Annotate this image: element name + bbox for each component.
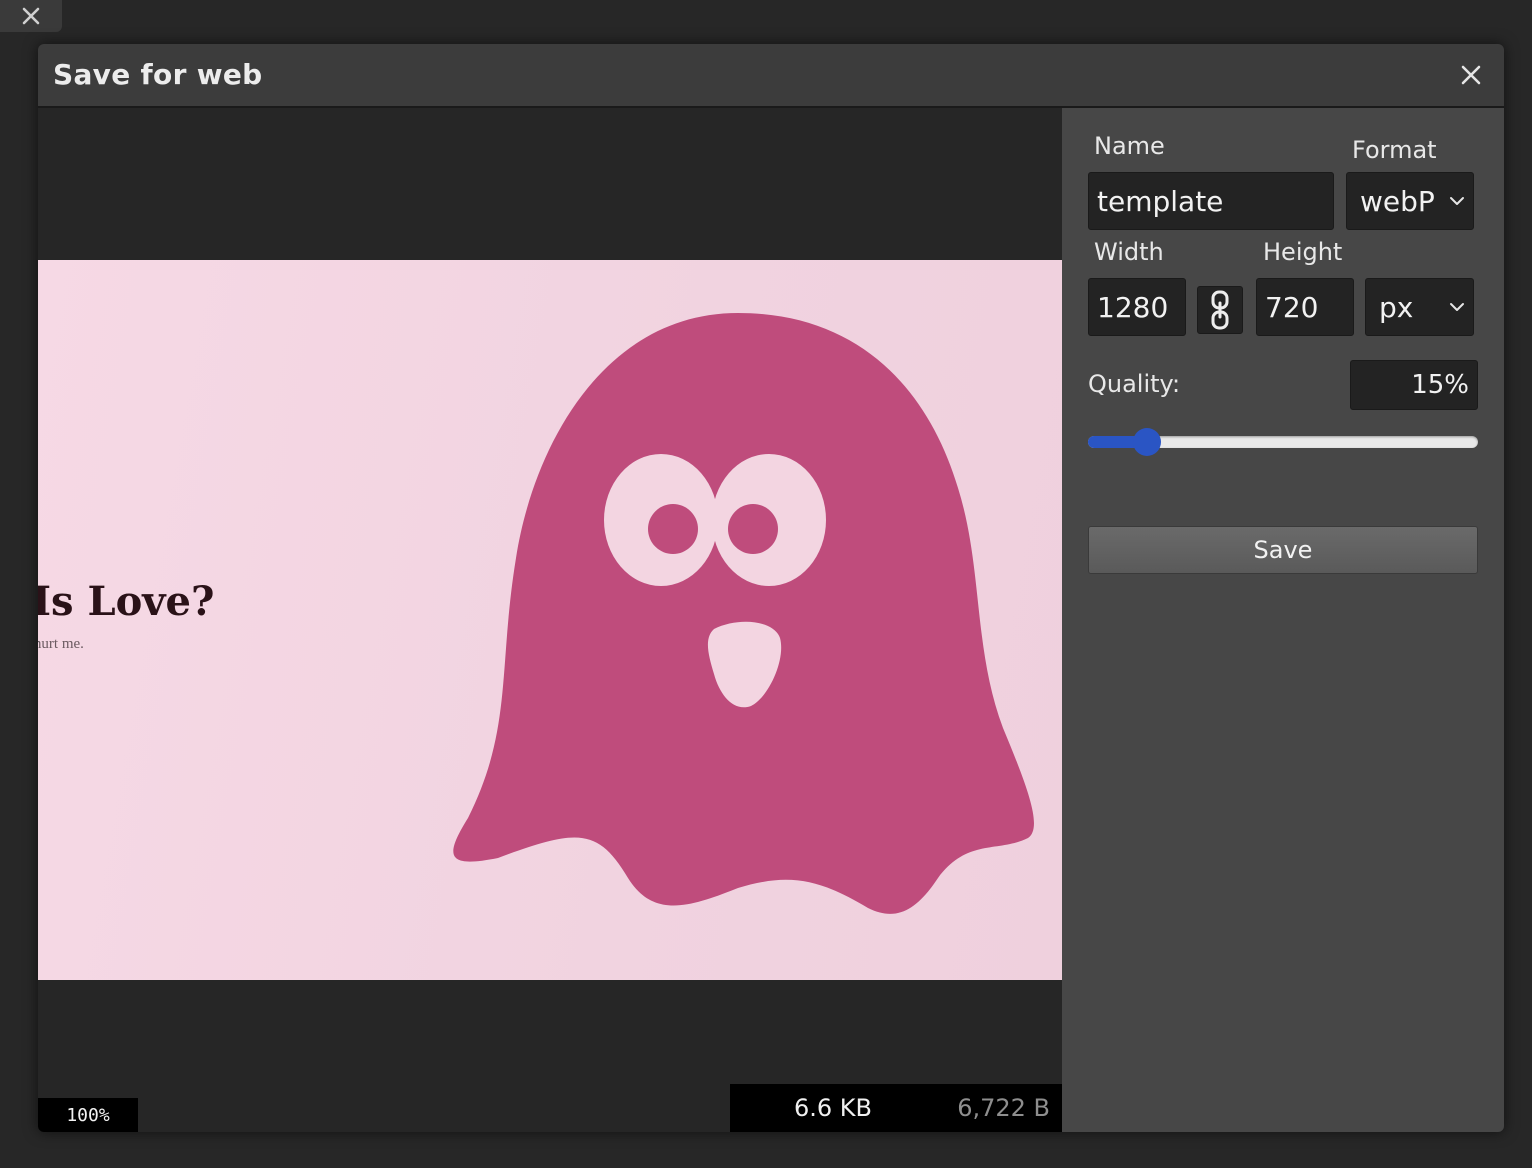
name-input[interactable]: template bbox=[1088, 172, 1334, 230]
format-select-value: webP bbox=[1360, 184, 1435, 218]
height-input[interactable]: 720 bbox=[1256, 278, 1354, 336]
background-close-button[interactable] bbox=[0, 0, 62, 32]
ghost-right-pupil bbox=[728, 504, 778, 554]
ghost-illustration bbox=[453, 313, 1034, 914]
quality-label: Quality: bbox=[1088, 370, 1181, 398]
ghost-body bbox=[453, 313, 1034, 914]
quality-input[interactable]: 15% bbox=[1350, 360, 1478, 410]
width-label: Width bbox=[1094, 238, 1164, 266]
export-settings-panel: Name Format template webP Width Height 1… bbox=[1062, 108, 1504, 1132]
format-select[interactable]: webP bbox=[1346, 172, 1474, 230]
link-icon bbox=[1211, 290, 1229, 330]
dialog-close-button[interactable] bbox=[1456, 60, 1486, 90]
image-subheading: t hurt me. bbox=[38, 636, 84, 652]
file-size-kb: 6.6 KB bbox=[794, 1094, 872, 1122]
zoom-level: 100% bbox=[38, 1098, 138, 1132]
close-icon bbox=[22, 7, 40, 25]
file-size-bytes: 6,722 B bbox=[957, 1094, 1050, 1122]
save-button[interactable]: Save bbox=[1088, 526, 1478, 574]
close-icon bbox=[1461, 65, 1481, 85]
dialog-title: Save for web bbox=[53, 58, 263, 91]
name-label: Name bbox=[1094, 132, 1165, 160]
unit-select[interactable]: px bbox=[1365, 278, 1474, 336]
quality-slider[interactable] bbox=[1088, 428, 1478, 456]
file-size-bar: 6.6 KB 6,722 B bbox=[730, 1084, 1062, 1132]
dialog-titlebar: Save for web bbox=[38, 44, 1504, 108]
quality-slider-thumb[interactable] bbox=[1133, 428, 1161, 456]
image-heading: at Is Love? bbox=[38, 578, 215, 625]
height-label: Height bbox=[1263, 238, 1343, 266]
format-label: Format bbox=[1352, 136, 1437, 164]
width-input[interactable]: 1280 bbox=[1088, 278, 1186, 336]
ghost-left-pupil bbox=[648, 504, 698, 554]
preview-image[interactable]: at Is Love? t hurt me. bbox=[38, 260, 1062, 980]
chevron-down-icon bbox=[1450, 197, 1464, 205]
unit-select-value: px bbox=[1379, 290, 1414, 324]
chevron-down-icon bbox=[1450, 303, 1464, 311]
preview-area[interactable]: at Is Love? t hurt me. 100% 6.6 KB 6,722… bbox=[38, 108, 1062, 1132]
aspect-ratio-lock-button[interactable] bbox=[1197, 286, 1243, 334]
save-for-web-dialog: Save for web at Is Love? t hurt me. 100%… bbox=[38, 44, 1504, 1132]
